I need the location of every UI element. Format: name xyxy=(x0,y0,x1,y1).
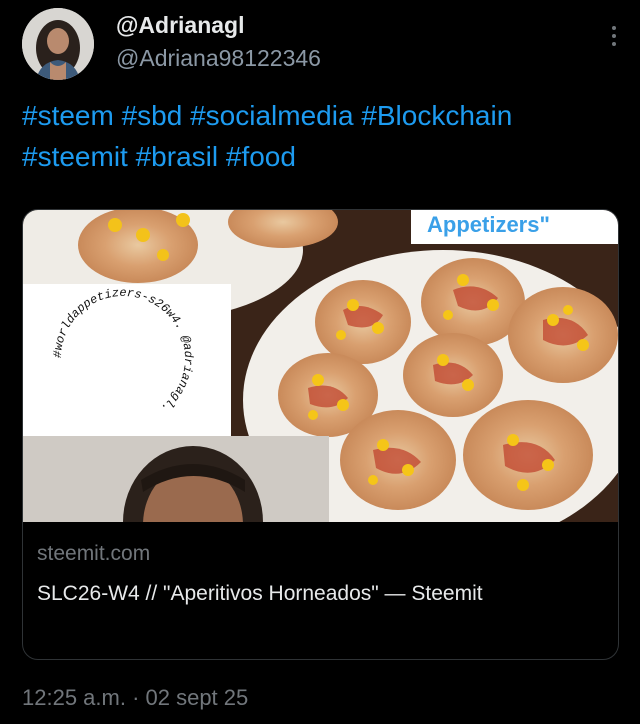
link-preview-card[interactable]: Appetizers" #worldappetizers-s26w4. @adr… xyxy=(22,209,619,660)
link-title: SLC26-W4 // "Aperitivos Horneados" — Ste… xyxy=(37,582,483,605)
more-vertical-icon[interactable] xyxy=(610,26,618,52)
hashtag-link[interactable]: #steem xyxy=(22,100,114,131)
hashtag-link[interactable]: #steemit xyxy=(22,141,128,172)
tweet-timestamp[interactable]: 12:25 a.m. · 02 sept 25 xyxy=(22,685,248,711)
author-display-name[interactable]: @Adrianagl xyxy=(116,12,245,39)
hashtag-link[interactable]: #sbd xyxy=(122,100,183,131)
avatar[interactable] xyxy=(22,8,94,80)
banner-text: Appetizers" xyxy=(427,212,550,237)
hashtags-line-2: #steemit #brasil #food xyxy=(22,136,622,177)
hashtag-link[interactable]: #brasil xyxy=(136,141,218,172)
hashtag-link[interactable]: #socialmedia xyxy=(190,100,353,131)
author-handle[interactable]: @Adriana98122346 xyxy=(116,45,321,72)
link-preview-meta[interactable]: steemit.com SLC26-W4 // "Aperitivos Horn… xyxy=(23,522,618,659)
hashtag-link[interactable]: #Blockchain xyxy=(361,100,512,131)
hashtags-line-1: #steem #sbd #socialmedia #Blockchain xyxy=(22,95,622,136)
tweet-text: #steem #sbd #socialmedia #Blockchain #st… xyxy=(22,95,622,177)
link-domain: steemit.com xyxy=(37,542,151,565)
hashtag-link[interactable]: #food xyxy=(226,141,296,172)
link-preview-image[interactable]: Appetizers" #worldappetizers-s26w4. @adr… xyxy=(23,210,618,522)
